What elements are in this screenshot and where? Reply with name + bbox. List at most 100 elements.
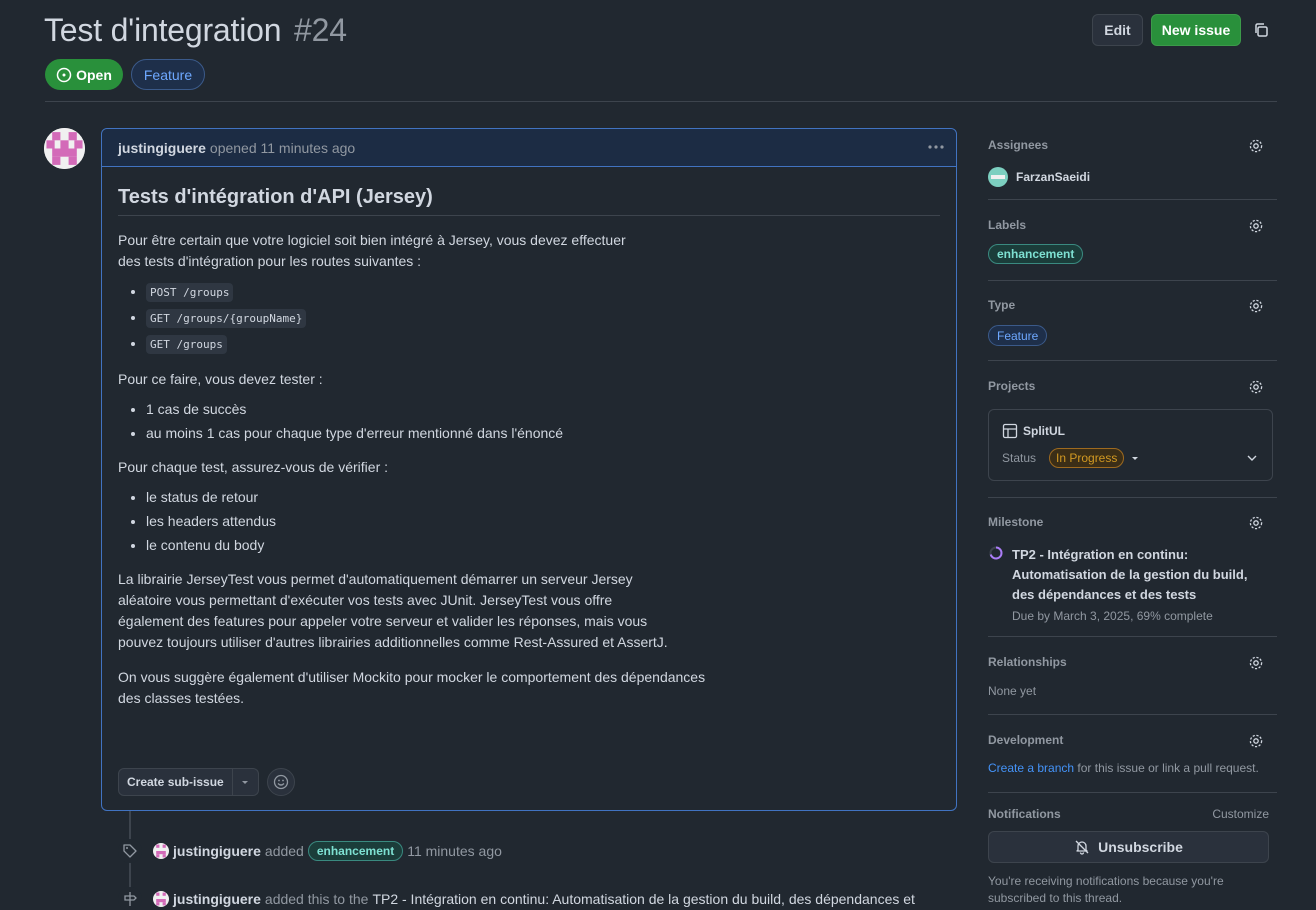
sidebar-assignees: Assignees FarzanSaeidi — [988, 138, 1277, 187]
relationships-title: Relationships — [988, 655, 1067, 669]
routes-list: POST /groups GET /groups/{groupName} GET… — [118, 281, 940, 355]
create-sub-issue-button[interactable]: Create sub-issue — [118, 768, 233, 796]
comment-meta[interactable]: opened 11 minutes ago — [210, 140, 355, 156]
labels-title: Labels — [988, 218, 1027, 232]
smiley-icon — [273, 774, 288, 790]
sidebar-type: Type Feature — [988, 298, 1277, 348]
project-link[interactable]: SplitUL — [1002, 423, 1065, 439]
relationships-value: None yet — [988, 684, 1037, 698]
issue-open-icon — [56, 67, 72, 82]
gear-icon[interactable] — [1248, 298, 1264, 314]
comment-author[interactable]: justingiguere — [118, 140, 206, 156]
issue-title: Test d'integration #24 — [44, 12, 347, 49]
avatar[interactable] — [153, 843, 169, 859]
paragraph-checks: Pour chaque test, assurez-vous de vérifi… — [118, 459, 389, 475]
milestone-due: Due by March 3, 2025, 69% complete — [1012, 609, 1213, 623]
issue-state-label: Open — [76, 66, 112, 83]
gear-icon[interactable] — [1248, 218, 1264, 234]
sub-issue-dropdown-button[interactable] — [232, 768, 259, 796]
author-avatar[interactable] — [44, 128, 85, 169]
timeline-author[interactable]: justingiguere — [173, 891, 261, 907]
timeline-author[interactable]: justingiguere — [173, 843, 261, 859]
edit-button[interactable]: Edit — [1092, 14, 1143, 46]
gear-icon[interactable] — [1248, 138, 1264, 154]
type-title: Type — [988, 298, 1016, 312]
timeline-action: added this to the — [264, 891, 369, 907]
milestone-title: Milestone — [988, 515, 1044, 529]
sidebar-divider — [988, 280, 1277, 281]
milestone-icon — [124, 892, 137, 906]
label-badge[interactable]: enhancement — [988, 244, 1084, 264]
issue-title-text: Test d'integration — [44, 12, 282, 48]
project-status-label: Status — [1002, 451, 1037, 465]
unsubscribe-button[interactable]: Unsubscribe — [988, 831, 1269, 863]
checks-list: le status de retour les headers attendus… — [118, 487, 940, 555]
issue-number: #24 — [294, 12, 347, 48]
issue-type-badge[interactable]: Feature — [131, 59, 205, 90]
header-divider — [45, 101, 1277, 102]
sidebar-notifications: Notifications Customize — [988, 807, 1277, 827]
sidebar-divider — [988, 360, 1277, 361]
comment-heading: Tests d'intégration d'API (Jersey) — [118, 186, 940, 216]
kebab-icon[interactable] — [926, 137, 946, 157]
sidebar-projects: Projects — [988, 379, 1277, 399]
notification-reason-line-2: subscribed to this thread. — [988, 891, 1123, 905]
avatar[interactable] — [153, 891, 169, 907]
caret-down-icon — [1132, 457, 1139, 460]
gear-icon[interactable] — [1248, 733, 1264, 749]
milestone-link[interactable]: TP2 - Intégration en continu: Automatisa… — [372, 891, 914, 907]
paragraph-jerseytest-line-3: également des features pour appeler votr… — [118, 613, 648, 629]
label-badge[interactable]: enhancement — [307, 841, 404, 861]
project-status-select[interactable]: In Progress — [1049, 448, 1140, 468]
development-title: Development — [988, 733, 1064, 747]
paragraph-jerseytest-line-1: La librairie JerseyTest vous permet d'au… — [118, 571, 633, 587]
list-item: 1 cas de succès — [146, 399, 940, 419]
assignee-item[interactable]: FarzanSaeidi — [988, 167, 1090, 187]
bell-slash-icon — [1075, 840, 1089, 855]
sub-issue-controls: Create sub-issue — [118, 768, 295, 796]
status-badge: In Progress — [1049, 448, 1125, 468]
sidebar-milestone: Milestone TP2 - Intégration en continu: … — [988, 515, 1277, 625]
new-issue-button-label: New issue — [1161, 22, 1231, 38]
development-text: Create a branch for this issue or link a… — [988, 761, 1259, 775]
paragraph-tests: Pour ce faire, vous devez tester : — [118, 371, 323, 387]
gear-icon[interactable] — [1248, 379, 1264, 395]
paragraph-intro-line-1: Pour être certain que votre logiciel soi… — [118, 232, 626, 248]
development-rest: for this issue or link a pull request. — [1074, 761, 1259, 775]
create-branch-link[interactable]: Create a branch — [988, 761, 1074, 775]
route-code: GET /groups — [146, 335, 227, 354]
sidebar-divider — [988, 714, 1277, 715]
issue-type-label: Feature — [143, 66, 193, 83]
list-item: les headers attendus — [146, 511, 940, 531]
projects-title: Projects — [988, 379, 1036, 393]
new-issue-button[interactable]: New issue — [1151, 14, 1241, 46]
paragraph-intro-line-2: des tests d'intégration pour les routes … — [118, 253, 422, 269]
sidebar-divider — [988, 792, 1277, 793]
identicon — [44, 128, 85, 169]
list-item: POST /groups — [146, 281, 940, 303]
timeline-time[interactable]: 11 minutes ago — [407, 843, 502, 859]
milestone-link[interactable]: TP2 - Intégration en continu: Automatisa… — [1012, 545, 1247, 605]
notification-reason: You're receiving notifications because y… — [988, 873, 1224, 907]
chevron-down-icon[interactable] — [1246, 452, 1258, 464]
milestone-name-line-1: TP2 - Intégration en continu: — [1012, 547, 1189, 562]
gear-icon[interactable] — [1248, 655, 1264, 671]
timeline-badge — [118, 839, 142, 863]
list-item: le contenu du body — [146, 535, 940, 555]
tests-list: 1 cas de succès au moins 1 cas pour chaq… — [118, 399, 940, 443]
list-item: GET /groups/{groupName} — [146, 307, 940, 329]
assignees-title: Assignees — [988, 138, 1049, 152]
sidebar-divider — [988, 497, 1277, 498]
project-name: SplitUL — [1023, 424, 1065, 438]
notification-reason-line-1: You're receiving notifications because y… — [988, 874, 1224, 888]
paragraph-mockito-line-1: On vous suggère également d'utiliser Moc… — [118, 669, 706, 685]
comment-header: justingiguere opened 11 minutes ago — [102, 129, 956, 167]
customize-link[interactable]: Customize — [1212, 807, 1269, 821]
paragraph-mockito-line-2: des classes testées. — [118, 690, 245, 706]
copy-link-button[interactable] — [1250, 14, 1272, 46]
caret-down-icon — [242, 781, 249, 784]
paragraph-mockito: On vous suggère également d'utiliser Moc… — [118, 667, 940, 709]
gear-icon[interactable] — [1248, 515, 1264, 531]
add-reaction-button[interactable] — [266, 768, 295, 796]
type-badge[interactable]: Feature — [988, 325, 1048, 346]
